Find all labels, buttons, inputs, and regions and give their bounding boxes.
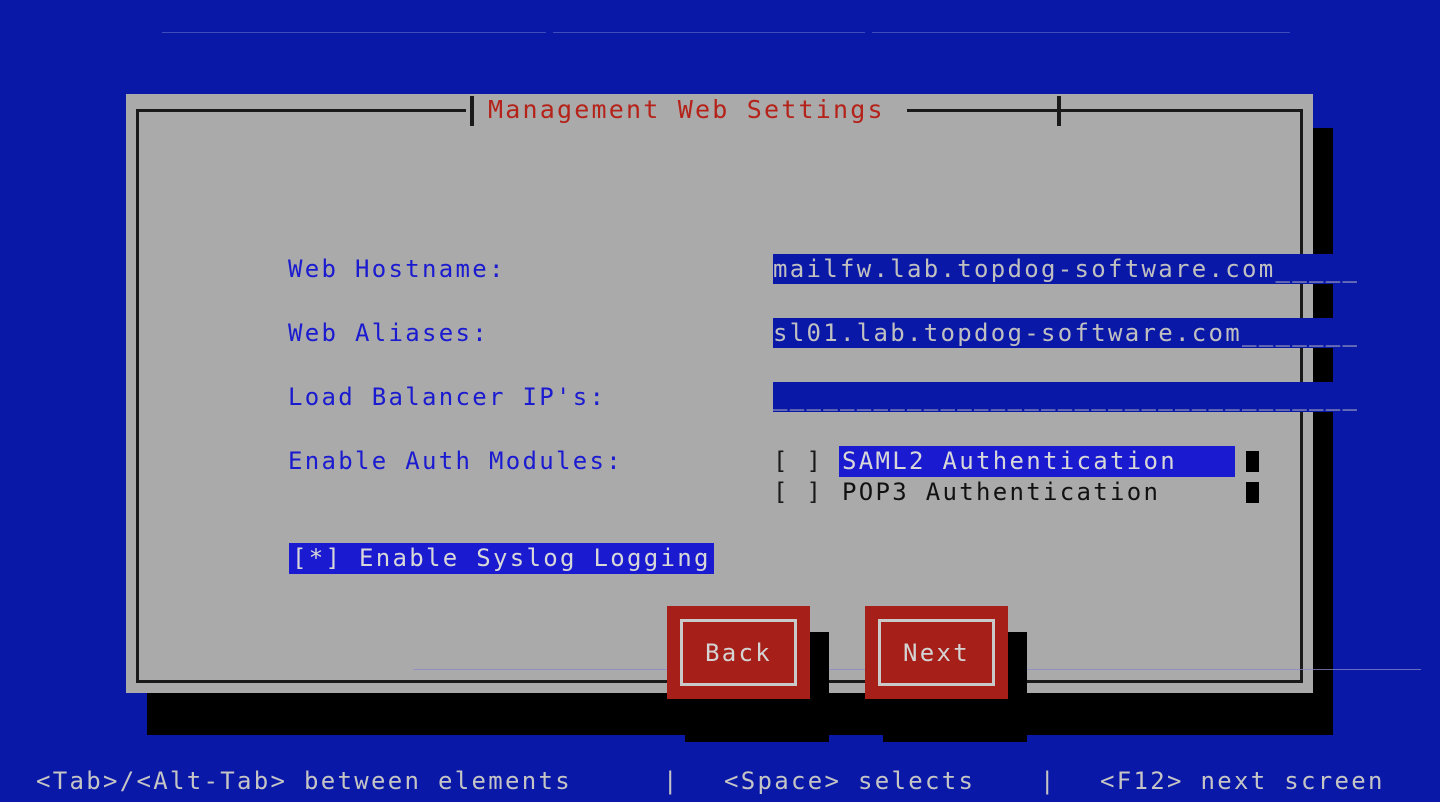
next-button-label: Next (878, 619, 995, 686)
status-hint-tab: <Tab>/<Alt-Tab> between elements (36, 767, 572, 795)
enable-syslog-logging-checkbox[interactable]: [*] Enable Syslog Logging (289, 543, 714, 574)
label-web-hostname: Web Hostname: (288, 255, 506, 283)
scrollbar-track-icon[interactable] (1246, 482, 1259, 503)
label-enable-auth-modules: Enable Auth Modules: (288, 447, 623, 475)
back-button[interactable]: Back (667, 606, 810, 699)
status-separator-2: | (1040, 767, 1057, 795)
status-hint-space: <Space> selects (724, 767, 976, 795)
web-hostname-input[interactable]: mailfw.lab.topdog-software.com_____ (773, 254, 1404, 284)
status-separator-1: | (663, 767, 680, 795)
auth-module-label-pop3: POP3 Authentication (842, 478, 1161, 506)
checkbox-saml2-icon[interactable]: [ ] (773, 446, 839, 477)
status-bar: <Tab>/<Alt-Tab> between elements | <Spac… (0, 760, 1440, 802)
management-web-settings-dialog: Management Web Settings Web Hostname: ma… (126, 94, 1421, 742)
dialog-title: Management Web Settings (466, 94, 907, 126)
auth-module-item-pop3[interactable]: [ ] POP3 Authentication (773, 477, 1259, 508)
title-tick-right-icon (1057, 96, 1061, 126)
label-web-aliases: Web Aliases: (288, 319, 489, 347)
background-rule-left (162, 32, 546, 33)
scrollbar-thumb-icon[interactable] (1246, 451, 1259, 472)
back-button-label: Back (680, 619, 797, 686)
status-hint-f12: <F12> next screen (1100, 767, 1385, 795)
checkbox-pop3-icon[interactable]: [ ] (773, 477, 839, 508)
title-tick-left-icon (470, 96, 474, 126)
auth-modules-list: [ ] SAML2 Authentication [ ] POP3 Authenti… (773, 446, 1259, 508)
load-balancer-ips-input[interactable]: ___________________________________ (773, 382, 1404, 412)
auth-module-label-saml2: SAML2 Authentication (839, 446, 1235, 477)
web-aliases-input[interactable]: sl01.lab.topdog-software.com_______ (773, 318, 1404, 348)
dialog-form-body: Web Hostname: mailfw.lab.topdog-software… (126, 94, 1421, 742)
auth-module-item-saml2[interactable]: [ ] SAML2 Authentication (773, 446, 1259, 477)
label-load-balancer-ips: Load Balancer IP's: (288, 383, 607, 411)
next-button[interactable]: Next (865, 606, 1008, 699)
background-rule-center (553, 32, 865, 33)
background-rule-right (872, 32, 1290, 33)
